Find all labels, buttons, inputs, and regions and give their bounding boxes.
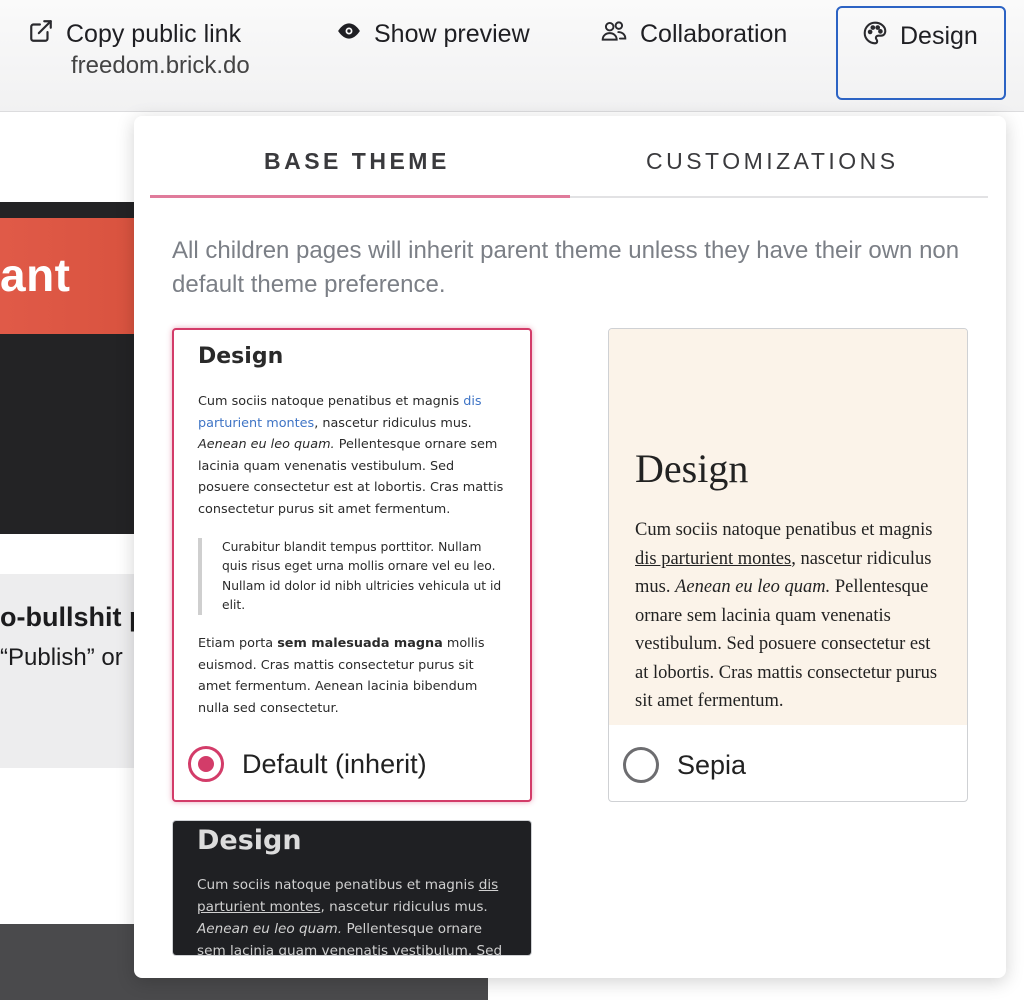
copy-public-link-button[interactable]: Copy public link xyxy=(28,18,241,51)
theme-option-default[interactable]: Default (inherit) xyxy=(188,746,427,782)
theme-card-dark[interactable]: Design Cum sociis natoque penatibus et m… xyxy=(172,820,532,956)
theme-label-sepia: Sepia xyxy=(677,749,747,780)
background-hero-banner: ant xyxy=(0,218,134,334)
public-link-url: freedom.brick.do xyxy=(71,52,250,79)
top-toolbar: Copy public link freedom.brick.do Show p… xyxy=(0,0,1024,112)
users-icon xyxy=(600,18,628,51)
copy-link-label: Copy public link xyxy=(66,20,242,48)
show-preview-label: Show preview xyxy=(374,20,530,48)
background-callout-title: o-bullshit p xyxy=(0,602,134,632)
preview-heading: Design xyxy=(635,446,749,491)
preview-paragraph: Cum sociis natoque penatibus et magnis d… xyxy=(635,520,938,711)
radio-sepia[interactable] xyxy=(623,747,659,783)
theme-card-default[interactable]: Design Cum sociis natoque penatibus et m… xyxy=(172,328,532,802)
theme-option-sepia[interactable]: Sepia xyxy=(623,747,746,783)
tab-base-theme[interactable]: BASE THEME xyxy=(264,148,450,175)
background-hero-text: ant xyxy=(0,249,71,301)
palette-icon xyxy=(862,20,888,53)
design-label: Design xyxy=(900,22,978,50)
active-tab-indicator xyxy=(150,195,570,198)
default-theme-preview: Design Cum sociis natoque penatibus et m… xyxy=(174,330,530,728)
theme-label-default: Default (inherit) xyxy=(242,748,427,779)
theme-card-sepia[interactable]: Design Cum sociis natoque penatibus et m… xyxy=(608,328,968,802)
preview-paragraph-2: Etiam porta sem malesuada magna mollis e… xyxy=(198,636,485,716)
collaboration-button[interactable]: Collaboration xyxy=(600,18,787,51)
background-callout-text: “Publish” or xyxy=(0,644,123,671)
eye-icon xyxy=(336,18,362,51)
tab-customizations[interactable]: CUSTOMIZATIONS xyxy=(646,148,899,175)
external-link-icon xyxy=(28,18,54,51)
design-button[interactable]: Design xyxy=(836,6,1006,100)
theme-description: All children pages will inherit parent t… xyxy=(172,237,960,298)
background-callout: o-bullshit p “Publish” or xyxy=(0,574,134,768)
design-button-content: Design xyxy=(862,20,978,53)
preview-heading: Design xyxy=(198,344,284,369)
theme-tabs: BASE THEME CUSTOMIZATIONS xyxy=(150,116,988,198)
show-preview-button[interactable]: Show preview xyxy=(336,18,530,51)
collaboration-label: Collaboration xyxy=(640,20,788,48)
preview-heading: Design xyxy=(197,825,302,856)
preview-blockquote: Curabitur blandit tempus porttitor. Null… xyxy=(198,538,506,616)
preview-paragraph: Cum sociis natoque penatibus et magnis d… xyxy=(197,877,503,956)
sepia-theme-preview: Design Cum sociis natoque penatibus et m… xyxy=(609,329,967,725)
dark-theme-preview: Design Cum sociis natoque penatibus et m… xyxy=(173,821,531,956)
design-popover: BASE THEME CUSTOMIZATIONS All children p… xyxy=(134,116,1006,978)
radio-default-selected[interactable] xyxy=(188,746,224,782)
preview-paragraph: Cum sociis natoque penatibus et magnis d… xyxy=(198,394,504,517)
